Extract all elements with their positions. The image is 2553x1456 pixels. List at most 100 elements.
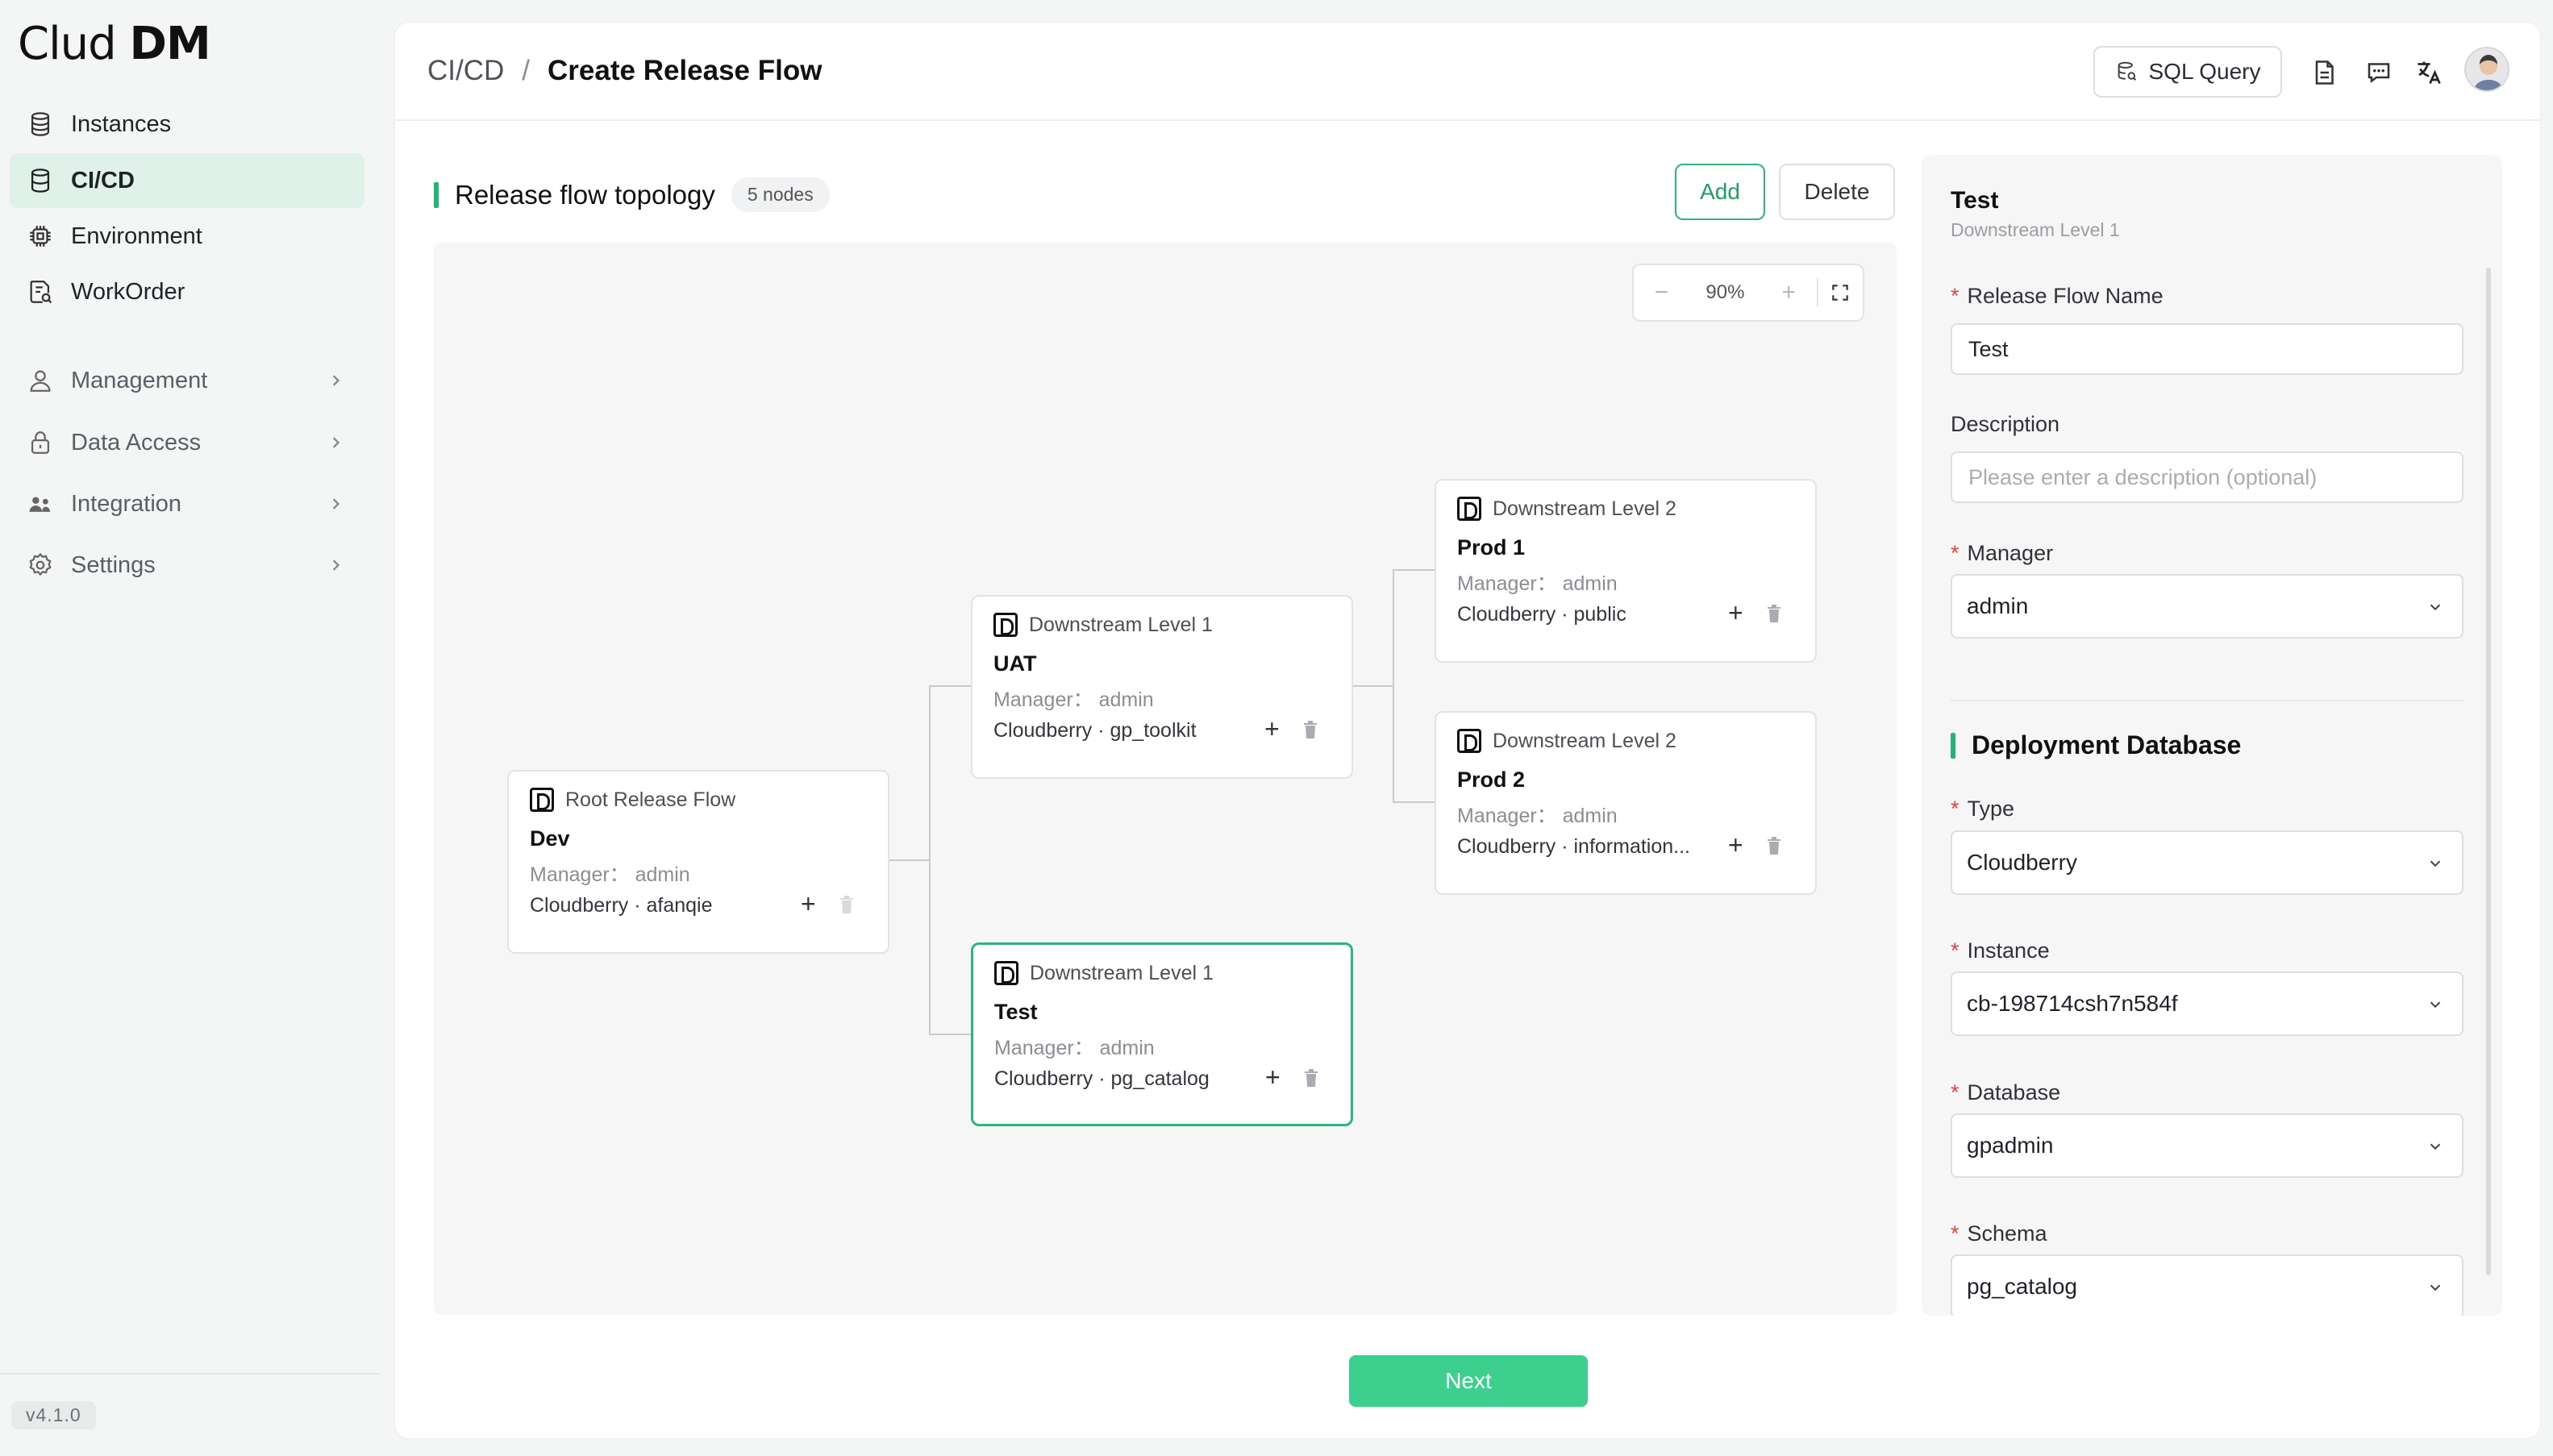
required-mark: * — [1951, 541, 1960, 565]
zoom-controls: − 90% + — [1632, 264, 1864, 322]
sidebar: Clud DM Instances CI/CD Environment Work… — [0, 0, 389, 1456]
node-level: Downstream Level 1 — [993, 613, 1213, 637]
description-input[interactable]: Please enter a description (optional) — [1951, 451, 2463, 503]
chevron-down-icon — [2430, 1143, 2441, 1150]
node-manager: Manager： admin — [994, 1037, 1155, 1059]
node-level-label: Downstream Level 2 — [1493, 497, 1676, 520]
users-icon — [10, 490, 71, 518]
node-database: Cloudberry · information... — [1457, 835, 1691, 858]
schema-select[interactable]: pg_catalog — [1951, 1254, 2463, 1316]
page-title: Create Release Flow — [548, 55, 823, 86]
node-detail-panel: Test Downstream Level 1 * Release Flow Na… — [1922, 155, 2502, 1316]
chevron-down-icon — [2430, 1001, 2441, 1009]
add-child-icon[interactable]: + — [1728, 830, 1743, 860]
add-node-button[interactable]: Add — [1675, 164, 1765, 220]
chevron-right-icon — [332, 560, 340, 571]
trash-icon — [840, 896, 853, 913]
add-child-icon[interactable]: + — [801, 889, 816, 919]
node-level-label: Downstream Level 1 — [1029, 613, 1213, 636]
database-label: * Database — [1951, 1080, 2061, 1104]
sidebar-item-cicd[interactable]: CI/CD — [10, 153, 364, 208]
zoom-in-button[interactable]: + — [1761, 279, 1817, 306]
sidebar-group-label: Management — [71, 367, 208, 393]
chevron-right-icon — [332, 375, 340, 386]
node-database: Cloudberry · gp_toolkit — [993, 719, 1197, 742]
manager-label: * Manager — [1951, 541, 2054, 565]
edge-connector — [1393, 801, 1435, 803]
sidebar-group-label: Settings — [71, 551, 156, 578]
flow-node-uat[interactable]: Downstream Level 1 UAT Manager： admin Cl… — [971, 595, 1353, 779]
panel-subtitle: Downstream Level 1 — [1951, 219, 2120, 240]
sidebar-group-integration[interactable]: Integration — [10, 476, 364, 531]
delete-node-button[interactable]: Delete — [1779, 164, 1895, 220]
app-logo[interactable]: Clud DM — [18, 18, 211, 70]
type-select[interactable]: Cloudberry — [1951, 830, 2463, 895]
sidebar-group-management[interactable]: Management — [10, 353, 364, 408]
sidebar-item-environment[interactable]: Environment — [10, 209, 364, 264]
topology-canvas[interactable]: − 90% + Root Release Flow Dev Manager： a… — [434, 243, 1897, 1315]
sidebar-divider — [0, 1373, 379, 1375]
manager-select[interactable]: admin — [1951, 574, 2463, 639]
add-child-icon[interactable]: + — [1265, 1063, 1281, 1092]
sidebar-group-label: Integration — [71, 490, 182, 517]
sidebar-group-settings[interactable]: Settings — [10, 538, 364, 593]
flow-node-dev[interactable]: Root Release Flow Dev Manager： admin Clo… — [507, 770, 889, 954]
breadcrumb-parent[interactable]: CI/CD — [427, 55, 504, 87]
dm-logo-icon — [1457, 497, 1481, 521]
flow-node-test[interactable]: Downstream Level 1 Test Manager： admin C… — [971, 942, 1353, 1126]
sidebar-group-label: Data Access — [71, 429, 202, 456]
main-content: CI/CD / Create Release Flow SQL Query Re… — [394, 22, 2541, 1439]
chevron-right-icon — [332, 437, 340, 448]
database-select[interactable]: gpadmin — [1951, 1113, 2463, 1178]
zoom-out-button[interactable]: − — [1634, 279, 1689, 306]
translate-icon[interactable] — [2414, 58, 2443, 87]
panel-scrollbar[interactable] — [2486, 268, 2491, 1275]
trash-icon[interactable] — [1304, 1069, 1318, 1087]
instance-select[interactable]: cb-198714csh7n584f — [1951, 971, 2463, 1036]
node-level: Downstream Level 2 — [1457, 497, 1676, 521]
deployment-title: Deployment Database — [1972, 730, 2242, 759]
section-accent-bar — [1951, 732, 1955, 759]
add-child-icon[interactable]: + — [1728, 598, 1743, 628]
node-manager: Manager： admin — [1457, 572, 1618, 595]
panel-title: Test — [1951, 187, 1999, 214]
flow-node-prod-1[interactable]: Downstream Level 2 Prod 1 Manager： admin… — [1435, 479, 1817, 663]
sidebar-group-data-access[interactable]: Data Access — [10, 415, 364, 470]
instance-label: * Instance — [1951, 938, 2050, 963]
sidebar-item-workorder[interactable]: WorkOrder — [10, 264, 364, 319]
lock-icon — [10, 429, 71, 456]
section-accent-bar — [434, 181, 439, 208]
sidebar-item-instances[interactable]: Instances — [10, 97, 364, 152]
next-button[interactable]: Next — [1349, 1355, 1588, 1407]
node-level: Root Release Flow — [530, 788, 735, 812]
sql-query-button[interactable]: SQL Query — [2093, 46, 2282, 98]
trash-icon[interactable] — [1767, 605, 1781, 622]
trash-icon[interactable] — [1303, 721, 1318, 738]
avatar[interactable] — [2464, 47, 2509, 92]
flow-node-prod-2[interactable]: Downstream Level 2 Prod 2 Manager： admin… — [1435, 711, 1817, 895]
fullscreen-icon[interactable] — [1818, 282, 1863, 303]
database-icon — [10, 110, 71, 138]
sidebar-item-label: WorkOrder — [71, 278, 185, 305]
trash-icon[interactable] — [1767, 837, 1781, 855]
document-icon[interactable] — [2309, 58, 2339, 87]
chat-icon[interactable] — [2364, 58, 2393, 87]
node-level: Downstream Level 2 — [1457, 729, 1676, 753]
database-icon — [2118, 61, 2137, 81]
deployment-section-title: Deployment Database — [1951, 730, 2241, 760]
database-stack-icon — [10, 167, 71, 194]
version-badge: v4.1.0 — [11, 1401, 96, 1429]
release-flow-name-input[interactable]: Test — [1951, 323, 2463, 375]
chevron-down-icon — [2430, 1284, 2441, 1292]
instance-select-value: cb-198714csh7n584f — [1967, 991, 2178, 1016]
topology-section-title: Release flow topology 5 nodes — [434, 177, 830, 212]
dm-logo-icon — [994, 961, 1018, 985]
schema-label: * Schema — [1951, 1221, 2047, 1246]
type-label: * Type — [1951, 797, 2015, 821]
node-manager: Manager： admin — [1457, 805, 1618, 827]
add-child-icon[interactable]: + — [1264, 714, 1280, 744]
edge-connector — [1393, 569, 1435, 571]
type-select-value: Cloudberry — [1967, 850, 2077, 875]
description-label: Description — [1951, 412, 2060, 436]
node-manager: Manager： admin — [530, 863, 690, 886]
